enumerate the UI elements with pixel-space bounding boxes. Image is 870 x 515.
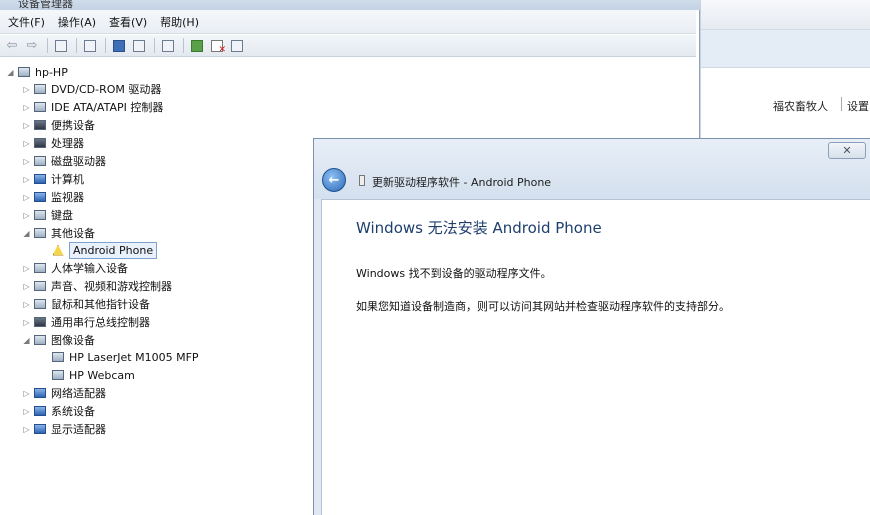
tree-item[interactable]: ▷ 人体学输入设备 <box>22 259 128 277</box>
tree-item[interactable]: ▷ IDE ATA/ATAPI 控制器 <box>22 98 163 116</box>
ide-controller-icon <box>33 100 47 114</box>
update-driver-icon[interactable] <box>188 38 206 54</box>
forward-arrow-icon[interactable]: ⇨ <box>23 38 41 54</box>
tree-item[interactable]: ▷ DVD/CD-ROM 驱动器 <box>22 80 161 98</box>
tree-child-item[interactable]: Android Phone <box>51 241 158 259</box>
window-title: 设备管理器 <box>18 0 73 10</box>
computer-root-icon <box>17 65 31 79</box>
expand-icon[interactable]: ▷ <box>22 156 31 166</box>
tree-item[interactable]: ▷ 声音、视频和游戏控制器 <box>22 277 172 295</box>
selected-device[interactable]: Android Phone <box>69 241 158 259</box>
usb-icon <box>33 315 47 329</box>
dialog-body: Windows 无法安装 Android Phone Windows 找不到设备… <box>321 199 870 515</box>
expand-icon[interactable]: ▷ <box>22 84 31 94</box>
expand-icon[interactable]: ▷ <box>22 317 31 327</box>
hid-icon <box>33 261 47 275</box>
menu-help[interactable]: 帮助(H) <box>160 14 199 30</box>
keyboard-icon <box>33 208 47 222</box>
expand-icon[interactable]: ▷ <box>22 192 31 202</box>
tree-item[interactable]: ▷ 键盘 <box>22 206 73 224</box>
system-device-icon <box>33 404 47 418</box>
imaging-device-icon <box>33 333 47 347</box>
display-adapter-icon <box>33 422 47 436</box>
tree-item[interactable]: ▷ 鼠标和其他指针设备 <box>22 295 150 313</box>
expand-icon[interactable]: ▷ <box>22 102 31 112</box>
menu-action[interactable]: 操作(A) <box>58 14 96 30</box>
tree-root[interactable]: ◢ hp-HP <box>6 63 67 81</box>
help-message: 如果您知道设备制造商，则可以访问其网站并检查驱动程序软件的支持部分。 <box>356 300 730 313</box>
console-tree-icon[interactable] <box>52 38 70 54</box>
sound-icon <box>33 279 47 293</box>
back-button[interactable]: ← <box>322 168 346 192</box>
dvd-drive-icon <box>33 82 47 96</box>
computer-icon <box>33 172 47 186</box>
tree-item[interactable]: ▷ 系统设备 <box>22 402 95 420</box>
device-icon <box>359 175 365 186</box>
tree-item[interactable]: ◢ 其他设备 <box>22 224 95 242</box>
user-name[interactable]: 福农畜牧人 <box>773 98 828 114</box>
expand-icon[interactable]: ▷ <box>22 120 31 130</box>
portable-device-icon <box>33 118 47 132</box>
scanner-icon <box>51 350 65 364</box>
dialog-header <box>314 139 870 199</box>
webcam-icon <box>51 368 65 382</box>
action-pane-icon[interactable] <box>130 38 148 54</box>
error-headline: Windows 无法安装 Android Phone <box>356 219 602 237</box>
tree-item[interactable]: ▷ 处理器 <box>22 134 84 152</box>
other-devices-icon <box>33 226 47 240</box>
tree-item[interactable]: ▷ 监视器 <box>22 188 84 206</box>
tree-child-item[interactable]: HP LaserJet M1005 MFP <box>51 348 199 366</box>
toolbar: ⇦ ⇨ <box>0 35 696 57</box>
close-button[interactable]: ✕ <box>828 142 866 159</box>
divider <box>841 97 842 111</box>
back-arrow-icon[interactable]: ⇦ <box>3 38 21 54</box>
mouse-icon <box>33 297 47 311</box>
disk-drive-icon <box>33 154 47 168</box>
expand-icon[interactable]: ▷ <box>22 424 31 434</box>
tree-item[interactable]: ▷ 便携设备 <box>22 116 95 134</box>
tree-item[interactable]: ▷ 通用串行总线控制器 <box>22 313 150 331</box>
uninstall-icon[interactable] <box>208 38 226 55</box>
disable-device-icon[interactable] <box>228 38 246 54</box>
collapse-icon[interactable]: ◢ <box>22 335 31 345</box>
menu-view[interactable]: 查看(V) <box>109 14 147 30</box>
menu-file[interactable]: 文件(F) <box>8 14 45 30</box>
expand-icon[interactable]: ▷ <box>22 174 31 184</box>
menu-bar: 文件(F) 操作(A) 查看(V) 帮助(H) <box>0 10 696 34</box>
expand-icon[interactable]: ▷ <box>22 138 31 148</box>
expand-icon[interactable]: ▷ <box>22 406 31 416</box>
monitor-icon <box>33 190 47 204</box>
expand-icon[interactable]: ▷ <box>22 299 31 309</box>
network-adapter-icon <box>33 386 47 400</box>
update-driver-dialog: ✕ ← 更新驱动程序软件 - Android Phone Windows 无法安… <box>313 138 870 515</box>
properties-icon[interactable] <box>81 38 99 54</box>
collapse-icon[interactable]: ◢ <box>22 228 31 238</box>
error-message: Windows 找不到设备的驱动程序文件。 <box>356 267 552 280</box>
tree-item[interactable]: ▷ 计算机 <box>22 170 84 188</box>
dialog-title: 更新驱动程序软件 - Android Phone <box>372 176 552 189</box>
collapse-icon[interactable]: ◢ <box>6 67 15 77</box>
settings-link[interactable]: 设置 <box>847 98 869 114</box>
warning-device-icon <box>51 243 65 257</box>
expand-icon[interactable]: ▷ <box>22 388 31 398</box>
scan-hardware-icon[interactable] <box>159 38 177 54</box>
title-bar: 设备管理器 <box>0 0 700 10</box>
expand-icon[interactable]: ▷ <box>22 281 31 291</box>
expand-icon[interactable]: ▷ <box>22 263 31 273</box>
tree-item[interactable]: ◢ 图像设备 <box>22 331 95 349</box>
tree-item[interactable]: ▷ 磁盘驱动器 <box>22 152 106 170</box>
expand-icon[interactable]: ▷ <box>22 210 31 220</box>
tree-item[interactable]: ▷ 网络适配器 <box>22 384 106 402</box>
back-arrow-icon: ← <box>328 172 340 188</box>
processor-icon <box>33 136 47 150</box>
tree-item[interactable]: ▷ 显示适配器 <box>22 420 106 438</box>
help-icon[interactable] <box>110 38 128 54</box>
tree-child-item[interactable]: HP Webcam <box>51 366 135 384</box>
